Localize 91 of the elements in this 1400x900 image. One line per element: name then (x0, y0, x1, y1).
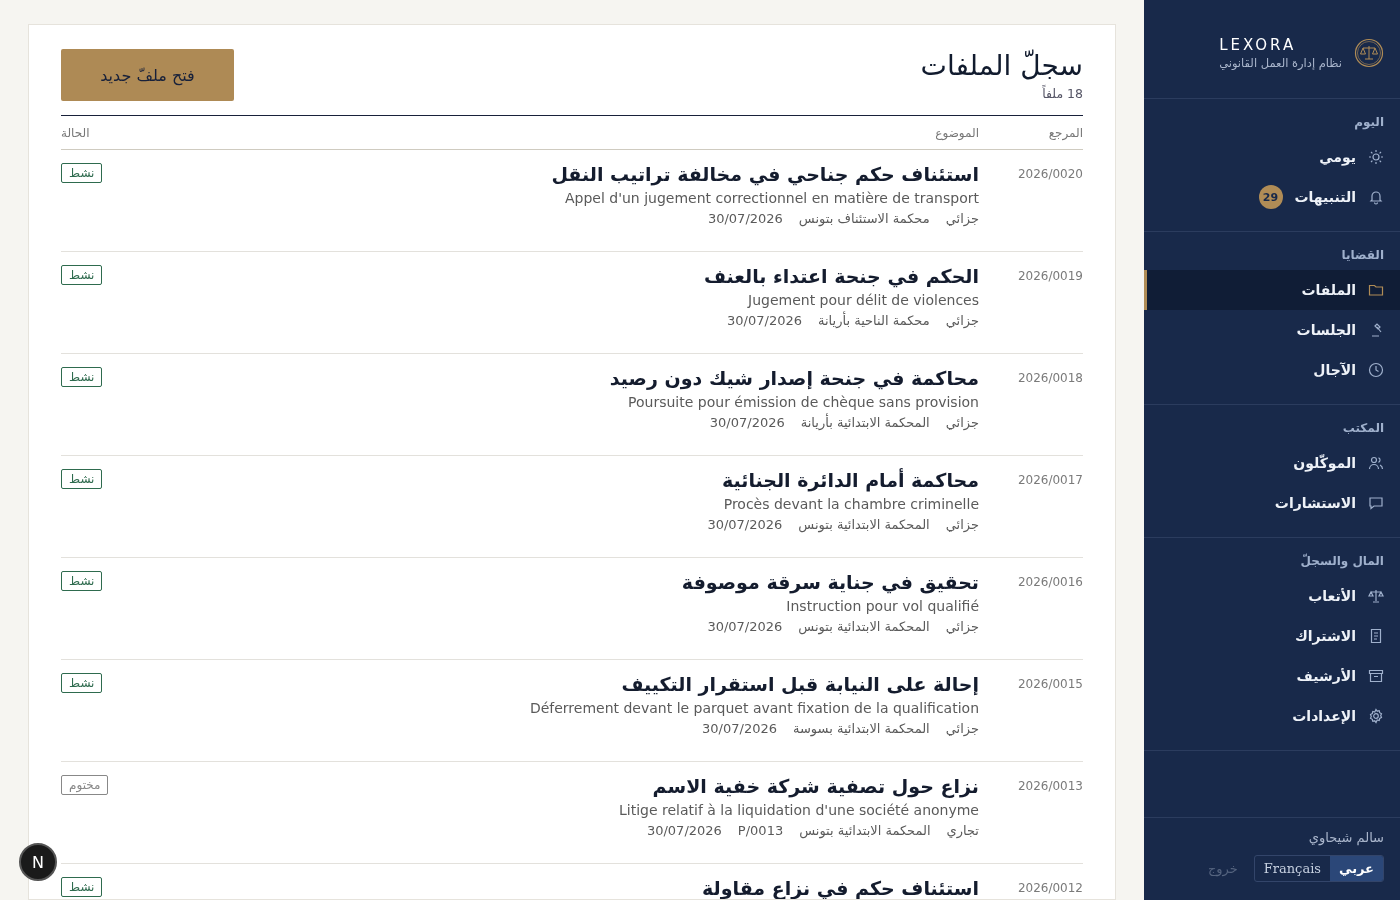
status-tag: مختوم (61, 775, 109, 795)
file-meta: جزائي (945, 619, 979, 634)
clock-icon (1368, 362, 1384, 378)
file-meta: جزائي (945, 313, 979, 328)
nav-item[interactable]: الآجال (1144, 350, 1400, 390)
file-subtitle: Litige relatif à la liquidation d'une société anonyme (619, 802, 979, 818)
file-meta: محكمة الناحية بأريانة (818, 313, 930, 328)
nav-item[interactable]: الموكّلون (1144, 443, 1400, 483)
user-name: سالم شيحاوي (1307, 830, 1384, 845)
status-tag: نشط (61, 265, 103, 285)
nav-section-title: القضايا (1340, 248, 1385, 264)
file-title: إحالة على النيابة قبل استقرار التكييف (621, 673, 979, 695)
file-reference: 2026/0019 (1016, 268, 1083, 285)
users-icon (1368, 455, 1384, 471)
nav-item[interactable]: الاشتراك (1144, 616, 1400, 656)
file-meta: محكمة الاستئناف بتونس (798, 211, 930, 226)
file-subtitle: Appel d'un jugement correctionnel en matière de transport (564, 190, 979, 206)
status-tag: نشط (61, 469, 103, 489)
scale-icon (1368, 588, 1384, 604)
brand-name: LEXORA (1219, 36, 1297, 54)
file-subtitle: Procès devant la chambre criminelle (723, 496, 979, 512)
receipt-icon (1368, 628, 1384, 644)
nav-item[interactable]: الاستشارات (1144, 483, 1400, 523)
bell-icon (1368, 189, 1384, 205)
brand-tagline: نظام إدارة العمل القانوني (1219, 56, 1342, 70)
nav-section-title: اليوم (1353, 115, 1385, 132)
chat-icon (1368, 495, 1384, 511)
file-title: تحقيق في جناية سرقة موصوفة (681, 571, 979, 593)
file-reference: 2026/0012 (1016, 880, 1083, 897)
scale-logo-icon (1354, 38, 1384, 68)
column-header: الحالة (61, 126, 91, 140)
language-option[interactable]: Français (1254, 856, 1330, 881)
nav-item[interactable]: يومي (1144, 137, 1400, 177)
nav-item[interactable]: الأتعاب (1144, 576, 1400, 616)
file-meta: 30/07/2026 (707, 619, 783, 634)
file-title: محاكمة أمام الدائرة الجنائية (721, 469, 979, 491)
page-title: سجلّ الملفات (920, 49, 1083, 82)
dev-tools-button[interactable]: N (19, 843, 57, 881)
file-meta: 30/07/2026 (646, 823, 722, 838)
file-count: 18 ملفاً (1041, 86, 1083, 101)
file-meta: 30/07/2026 (707, 211, 783, 226)
nav-item[interactable]: الأرشيف (1144, 656, 1400, 696)
nav-item[interactable]: الملفات (1144, 270, 1400, 310)
status-tag: نشط (61, 163, 103, 183)
status-tag: نشط (61, 571, 103, 591)
file-reference: 2026/0018 (1016, 370, 1083, 387)
settings-icon (1368, 708, 1384, 724)
file-reference: 2026/0020 (1016, 166, 1083, 183)
file-title: استئناف حكم جناحي في مخالفة تراتيب النقل (551, 163, 979, 185)
sun-icon (1368, 149, 1384, 165)
new-file-button[interactable]: فتح ملفّ جديد (61, 49, 234, 101)
file-meta: المحكمة الابتدائية بتونس (799, 823, 931, 838)
nav-section-title: المال والسجلّ (1299, 554, 1385, 571)
file-meta: جزائي (945, 721, 979, 736)
status-tag: نشط (61, 367, 103, 387)
file-title: محاكمة في جنحة إصدار شيك دون رصيد (609, 367, 979, 389)
count-badge: 29 (1258, 185, 1283, 209)
language-option[interactable]: عربي (1330, 856, 1383, 881)
column-header: الموضوع (934, 126, 979, 140)
file-meta: 0013/P (737, 823, 784, 838)
file-reference: 2026/0016 (1016, 574, 1083, 591)
file-meta: المحكمة الابتدائية بأريانة (800, 415, 930, 430)
nav-item[interactable]: الجلسات (1144, 310, 1400, 350)
status-tag: نشط (61, 877, 103, 897)
file-subtitle: Instruction pour vol qualifié (786, 598, 979, 614)
file-meta: جزائي (945, 517, 979, 532)
file-meta: المحكمة الابتدائية بسوسة (793, 721, 930, 736)
file-reference: 2026/0017 (1016, 472, 1083, 489)
file-meta: المحكمة الابتدائية بتونس (798, 619, 930, 634)
nav-section-title: المكتب (1341, 421, 1385, 437)
file-meta: جزائي (945, 211, 979, 226)
archive-icon (1368, 668, 1384, 684)
file-meta: تجاري (946, 823, 979, 838)
file-meta: 30/07/2026 (727, 313, 802, 328)
file-meta: جزائي (945, 415, 979, 430)
file-title: نزاع حول تصفية شركة خفية الاسم (652, 775, 979, 797)
status-tag: نشط (61, 673, 103, 693)
file-title: استئناف حكم في نزاع مقاولة (702, 877, 979, 899)
file-reference: 2026/0013 (1016, 778, 1083, 795)
file-meta: المحكمة الابتدائية بتونس (798, 517, 930, 532)
file-subtitle: Poursuite pour émission de chèque sans provision (628, 394, 979, 410)
file-subtitle: Jugement pour délit de violences (748, 292, 979, 308)
file-meta: 30/07/2026 (709, 415, 785, 430)
folder-icon (1368, 282, 1384, 298)
file-meta: 30/07/2026 (702, 721, 777, 736)
file-meta: 30/07/2026 (707, 517, 783, 532)
file-reference: 2026/0015 (1016, 676, 1083, 693)
nav-item[interactable]: الإعدادات (1144, 696, 1400, 736)
file-title: الحكم في جنحة اعتداء بالعنف (703, 265, 979, 287)
file-subtitle: Déferrement devant le parquet avant fixation de la qualification (529, 700, 979, 716)
column-header: المرجع (1047, 126, 1083, 140)
